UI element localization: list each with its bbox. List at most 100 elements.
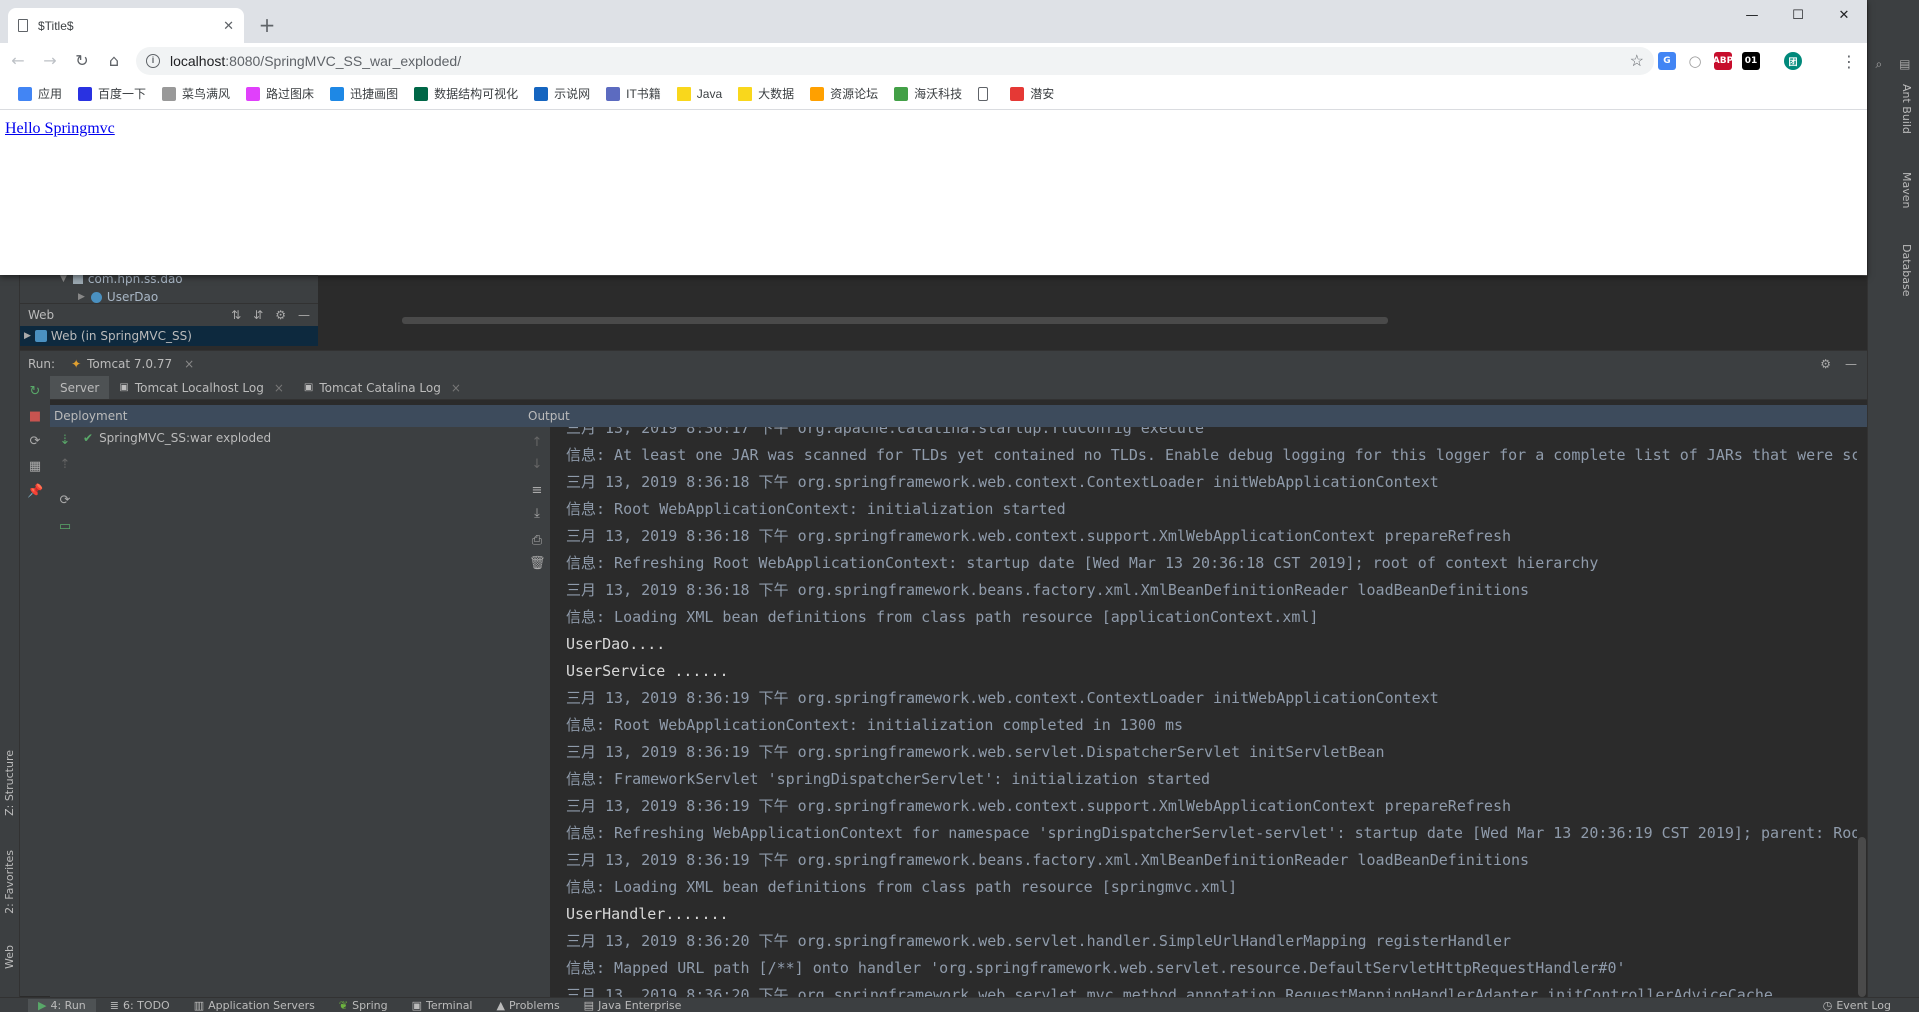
bookmark-item[interactable]: 大数据 (730, 82, 802, 106)
bookmark-item[interactable]: 资源论坛 (802, 82, 886, 106)
url-path: :8080/SpringMVC_SS_war_exploded/ (225, 53, 462, 69)
close-icon[interactable]: ✕ (223, 18, 234, 34)
bookmark-star-icon[interactable]: ☆ (1630, 51, 1644, 71)
o1-ext-icon[interactable]: 01 (1742, 52, 1760, 70)
bookmark-item[interactable]: 应用 (10, 82, 70, 106)
hello-springmvc-link[interactable]: Hello Springmvc (5, 120, 115, 138)
browser-tab[interactable]: $Title$ ✕ (8, 8, 244, 43)
run-tab-tomcat[interactable]: ✦ Tomcat 7.0.77 × (71, 357, 194, 371)
close-icon[interactable]: × (451, 381, 461, 395)
bookmark-item[interactable]: 路过图床 (238, 82, 322, 106)
bookmark-item[interactable] (970, 82, 1002, 106)
deployment-title: Deployment (54, 409, 128, 423)
maximize-button[interactable]: ☐ (1775, 0, 1821, 30)
output-title: Output (528, 409, 570, 423)
menu-dots-icon[interactable]: ⋮ (1835, 47, 1863, 75)
scroll-to-end-icon[interactable]: ⤓ (529, 506, 545, 522)
tab-tomcat-catalina-log[interactable]: ▣ Tomcat Catalina Log × (294, 376, 471, 399)
circle-ext-icon[interactable]: ○ (1686, 52, 1704, 70)
spring-leaf-icon: ❦ (338, 998, 349, 1012)
window-controls: — ☐ ✕ (1729, 0, 1867, 30)
open-browser-icon[interactable]: ▭ (57, 519, 73, 535)
web-tree-item[interactable]: ▶ Web (in SpringMVC_SS) (20, 326, 318, 346)
deployment-item[interactable]: ✔ SpringMVC_SS:war exploded (83, 431, 271, 445)
bookmark-item[interactable]: 数据结构可视化 (406, 82, 526, 106)
project-structure-icon[interactable]: ▤ (1899, 57, 1910, 71)
check-icon: ✔ (83, 431, 94, 445)
reload-button[interactable]: ↻ (68, 47, 96, 75)
structure-tab[interactable]: Z: Structure (3, 750, 16, 816)
address-bar[interactable]: i localhost :8080/SpringMVC_SS_war_explo… (136, 47, 1654, 75)
translate-icon[interactable]: G (1658, 52, 1676, 70)
log-line: 三月 13, 2019 8:36:17 下午 org.apache.catali… (566, 427, 1204, 437)
home-button[interactable]: ⌂ (100, 47, 128, 75)
tab-tomcat-localhost-log[interactable]: ▣ Tomcat Localhost Log × (109, 376, 294, 399)
status-java-enterprise[interactable]: ▤ Java Enterprise (574, 999, 692, 1012)
rerun-icon[interactable]: ↻ (27, 384, 43, 400)
status-terminal[interactable]: ▣ Terminal (402, 999, 483, 1012)
bookmark-item[interactable]: 百度一下 (70, 82, 154, 106)
status-problems[interactable]: ▲ Problems (487, 999, 570, 1012)
status-todo[interactable]: ≣ 6: TODO (100, 999, 180, 1012)
log-line: 信息: FrameworkServlet 'springDispatcherSe… (566, 770, 1211, 788)
minimize-icon[interactable]: — (1845, 357, 1857, 371)
stop-icon[interactable]: ■ (27, 409, 43, 425)
bookmark-item[interactable]: IT书籍 (598, 82, 669, 106)
minimize-icon[interactable]: — (298, 308, 310, 322)
bookmark-item[interactable]: 迅捷画图 (322, 82, 406, 106)
arrow-down-icon[interactable]: ↓ (529, 457, 545, 473)
collapse-all-icon[interactable]: ⇵ (253, 308, 263, 322)
status-run[interactable]: ▶ 4: Run (28, 998, 96, 1012)
soft-wrap-icon[interactable]: ≡ (529, 483, 545, 499)
search-icon[interactable]: ⌕ (1875, 57, 1882, 72)
info-icon[interactable]: i (146, 54, 160, 68)
bookmark-item[interactable]: 示说网 (526, 82, 598, 106)
forward-button[interactable]: → (36, 47, 64, 75)
right-tool-strip: ⌕ ▤ Ant Build Maven Database (1867, 0, 1919, 1012)
editor-horizontal-scrollbar[interactable] (402, 317, 1388, 324)
bookmark-item[interactable]: 菜鸟满风 (154, 82, 238, 106)
trash-icon[interactable]: 🗑 (529, 556, 546, 572)
bookmark-item[interactable]: 海沃科技 (886, 82, 970, 106)
status-event-log[interactable]: ◷ Event Log (1823, 999, 1919, 1012)
pin-icon[interactable]: 📌 (27, 484, 43, 500)
profile-avatar-icon[interactable]: 团 (1784, 52, 1802, 70)
log-line: 三月 13, 2019 8:36:18 下午 org.springframewo… (566, 581, 1530, 599)
ant-build-tab[interactable]: Ant Build (1900, 84, 1913, 134)
refresh-icon[interactable]: ⟳ (27, 434, 43, 450)
console-output[interactable]: 三月 13, 2019 8:36:17 下午 org.apache.catali… (550, 427, 1867, 997)
web-tab[interactable]: Web (3, 945, 16, 969)
expand-all-icon[interactable]: ⇅ (231, 308, 241, 322)
status-application-servers[interactable]: ▥ Application Servers (184, 999, 325, 1012)
layout-icon[interactable]: ▦ (27, 459, 43, 475)
update-icon[interactable]: ⟳ (57, 493, 73, 509)
bookmark-item[interactable]: Java (669, 82, 730, 106)
gear-icon[interactable]: ⚙ (1820, 357, 1831, 371)
new-tab-button[interactable]: + (256, 14, 278, 36)
close-icon[interactable]: × (274, 381, 284, 395)
list-icon: ≣ (109, 998, 119, 1012)
gear-icon[interactable]: ⚙ (275, 308, 286, 322)
database-tab[interactable]: Database (1900, 244, 1913, 297)
apps-grid-icon (18, 86, 32, 101)
console-scrollbar[interactable] (1857, 427, 1867, 997)
deploy-icon[interactable]: ⇣ (57, 433, 73, 449)
close-window-button[interactable]: ✕ (1821, 0, 1867, 30)
close-icon[interactable]: × (184, 357, 194, 371)
undeploy-icon[interactable]: ⇡ (57, 457, 73, 473)
maven-tab[interactable]: Maven (1900, 172, 1913, 208)
tab-server[interactable]: Server (50, 376, 110, 399)
output-toolbar: ↑ ↓ ≡ ⤓ ⎙ 🗑 (522, 427, 550, 997)
bookmark-item[interactable]: 潜安 (1002, 82, 1062, 106)
abp-icon[interactable]: ABP (1713, 52, 1733, 70)
scrollbar-thumb[interactable] (1858, 837, 1866, 997)
back-button[interactable]: ← (4, 47, 32, 75)
status-spring[interactable]: ❦ Spring (329, 999, 398, 1012)
minimize-button[interactable]: — (1729, 0, 1775, 30)
browser-window: $Title$ ✕ + — ☐ ✕ ← → ↻ ⌂ i localhost :8… (0, 0, 1867, 275)
favorites-tab[interactable]: 2: Favorites (3, 850, 16, 914)
java-ee-icon: ▤ (583, 998, 595, 1012)
print-icon[interactable]: ⎙ (529, 533, 545, 549)
log-line: 信息: Root WebApplicationContext: initiali… (566, 500, 1066, 518)
arrow-up-icon[interactable]: ↑ (529, 435, 545, 451)
